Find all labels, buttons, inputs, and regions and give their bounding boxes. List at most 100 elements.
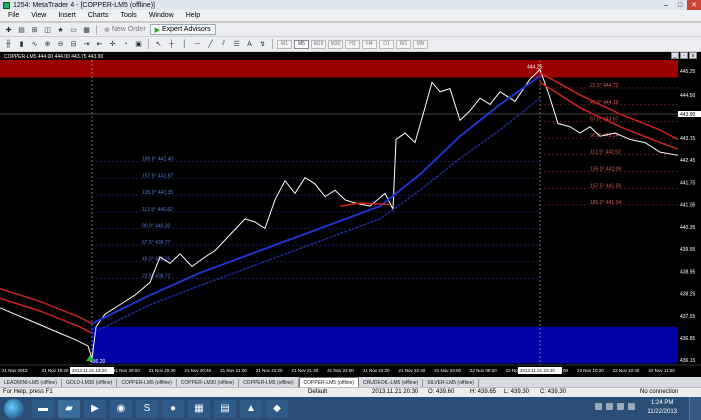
indicators-icon[interactable]: ✛ <box>107 39 118 49</box>
new-order-label: New Order <box>111 26 146 33</box>
line-chart-icon[interactable]: ∿ <box>29 39 40 49</box>
profiles-icon[interactable]: ▤ <box>16 25 27 35</box>
menu-insert[interactable]: Insert <box>58 12 76 19</box>
app-swirl-icon[interactable]: ◉ <box>110 399 132 418</box>
media-player-icon[interactable]: ▶ <box>84 399 106 418</box>
text-icon[interactable]: A <box>244 39 255 49</box>
fib-red-label: 90.0° 443.14 <box>590 133 619 139</box>
menu-view[interactable]: View <box>31 12 46 19</box>
autoscroll-icon[interactable]: ⇥ <box>81 39 92 49</box>
crosshair-icon[interactable]: ┼ <box>166 39 177 49</box>
fibonacci-icon[interactable]: ☰ <box>231 39 242 49</box>
tab-silver-lm5[interactable]: SILVER-LM5 (offline) <box>423 379 480 387</box>
status-time: 2013.11.21 20:30 <box>372 389 419 395</box>
terminal-icon[interactable]: ▭ <box>68 25 79 35</box>
tile-windows-icon[interactable]: ⊟ <box>68 39 79 49</box>
chart-close-icon[interactable]: x <box>689 52 697 59</box>
timeframe-mn[interactable]: MN <box>413 39 428 49</box>
timeframe-h4[interactable]: H4 <box>362 39 377 49</box>
close-icon[interactable]: ✕ <box>687 0 701 10</box>
navigator-icon[interactable]: ★ <box>55 25 66 35</box>
candlestick-icon[interactable]: ▮ <box>16 39 27 49</box>
timeframe-w1[interactable]: W1 <box>396 39 411 49</box>
menu-charts[interactable]: Charts <box>88 12 109 19</box>
peak-label: 444.25 <box>527 65 543 71</box>
tray-network-icon[interactable] <box>606 403 613 410</box>
show-desktop-button[interactable] <box>689 397 701 420</box>
timeframe-h1[interactable]: H1 <box>345 39 360 49</box>
tab-copper-lm30[interactable]: COPPER-LM30 (offline) <box>177 379 240 387</box>
vertical-line-icon[interactable]: │ <box>179 39 190 49</box>
data-window-icon[interactable]: ◫ <box>42 25 53 35</box>
timeframe-d1[interactable]: D1 <box>379 39 394 49</box>
menu-window[interactable]: Window <box>149 12 174 19</box>
fib-red-label: 112.5° 442.62 <box>590 150 621 156</box>
time-tick: 21 Nov 22:20 <box>363 368 390 373</box>
chart-app-icon[interactable]: ◆ <box>266 399 288 418</box>
bottom-blue-band <box>92 326 678 364</box>
fib-red-label: 45.0° 444.19 <box>590 100 619 106</box>
menu-tools[interactable]: Tools <box>120 12 136 19</box>
explorer-icon[interactable]: ▬ <box>32 399 54 418</box>
minimize-icon[interactable]: – <box>659 0 673 10</box>
chart-minimize-icon[interactable]: _ <box>671 52 679 59</box>
tray-power-icon[interactable] <box>628 403 635 410</box>
time-tick: 21 Nov 20:20 <box>149 368 176 373</box>
chart-shift-icon[interactable]: ⇤ <box>94 39 105 49</box>
firefox-icon[interactable]: ● <box>162 399 184 418</box>
top-red-band <box>0 60 678 78</box>
fib-blue-label: 135.0° 441.35 <box>142 190 173 196</box>
zoom-in-icon[interactable]: ⊕ <box>42 39 53 49</box>
status-bar: For Help, press F1 Default 2013.11.21 20… <box>0 387 701 397</box>
cursor-icon[interactable]: ↖ <box>153 39 164 49</box>
price-chart[interactable]: 180.0° 442.40 157.5° 441.87 135.0° 441.35 1… <box>0 52 701 377</box>
system-tray <box>593 403 637 410</box>
start-button[interactable] <box>4 398 24 419</box>
timeframe-m30[interactable]: M30 <box>328 39 343 49</box>
ma-red-segment <box>339 202 391 207</box>
channel-icon[interactable]: ⫽ <box>218 39 229 49</box>
expert-advisors-button[interactable]: ▶ Expert Advisors <box>149 24 216 35</box>
timeframe-m15[interactable]: M15 <box>311 39 326 49</box>
tab-copper-lm5-b[interactable]: COPPER-LM5 (offline) <box>239 379 299 387</box>
tab-crudeoil-lm5[interactable]: CRUDEOIL-LM5 (offline) <box>359 379 424 387</box>
tray-volume-icon[interactable] <box>617 403 624 410</box>
tab-gold-lm30[interactable]: GOLD-LM30 (offline) <box>62 379 118 387</box>
time-highlight-label: 2013.11.21 19:20 <box>72 368 107 373</box>
menu-help[interactable]: Help <box>186 12 200 19</box>
trendline-icon[interactable]: ╱ <box>205 39 216 49</box>
price-tick: 437.55 <box>680 314 696 320</box>
strategy-tester-icon[interactable]: ▦ <box>81 25 92 35</box>
time-tick: 21 Nov 21:40 <box>291 368 318 373</box>
arrows-icon[interactable]: ↯ <box>257 39 268 49</box>
periods-icon[interactable]: ◔ <box>120 39 131 49</box>
metatrader-icon[interactable]: ▦ <box>188 399 210 418</box>
folder-icon[interactable]: ▰ <box>58 399 80 418</box>
skype-icon[interactable]: S <box>136 399 158 418</box>
triangle-app-icon[interactable]: ▲ <box>240 399 262 418</box>
status-low: L: 439.30 <box>504 389 530 395</box>
clock[interactable]: 1:24 PM 11/22/2013 <box>647 399 677 417</box>
bar-chart-icon[interactable]: ╫ <box>3 39 14 49</box>
timeframe-m5[interactable]: M5 <box>294 39 309 49</box>
price-tick: 441.75 <box>680 180 696 186</box>
terminal-app-icon[interactable]: ▤ <box>214 399 236 418</box>
zoom-out-icon[interactable]: ⊖ <box>55 39 66 49</box>
menu-file[interactable]: File <box>8 12 19 19</box>
templates-icon[interactable]: ▣ <box>133 39 144 49</box>
chart-window[interactable]: 180.0° 442.40 157.5° 441.87 135.0° 441.35 1… <box>0 52 701 377</box>
status-close: C: 439.30 <box>540 389 567 395</box>
maximize-icon[interactable]: □ <box>673 0 687 10</box>
timeframe-m1[interactable]: M1 <box>277 39 292 49</box>
market-watch-icon[interactable]: ⊞ <box>29 25 40 35</box>
tab-copper-lm5-active[interactable]: COPPER-LM5 (offline) <box>298 377 360 387</box>
tab-copper-lm5-a[interactable]: COPPER-LM5 (offline) <box>117 379 177 387</box>
chart-restore-icon[interactable]: ▫ <box>680 52 688 59</box>
time-tick: 22 Nov 10:20 <box>577 368 604 373</box>
tray-flag-icon[interactable] <box>595 403 602 410</box>
time-tick: 21 Nov 21:00 <box>220 368 247 373</box>
new-chart-icon[interactable]: ✚ <box>3 25 14 35</box>
horizontal-line-icon[interactable]: ─ <box>192 39 203 49</box>
tab-leadmini-lm5[interactable]: LEADMINI-LM5 (offline) <box>0 379 62 387</box>
new-order-button[interactable]: ⊕ New Order <box>100 26 150 34</box>
